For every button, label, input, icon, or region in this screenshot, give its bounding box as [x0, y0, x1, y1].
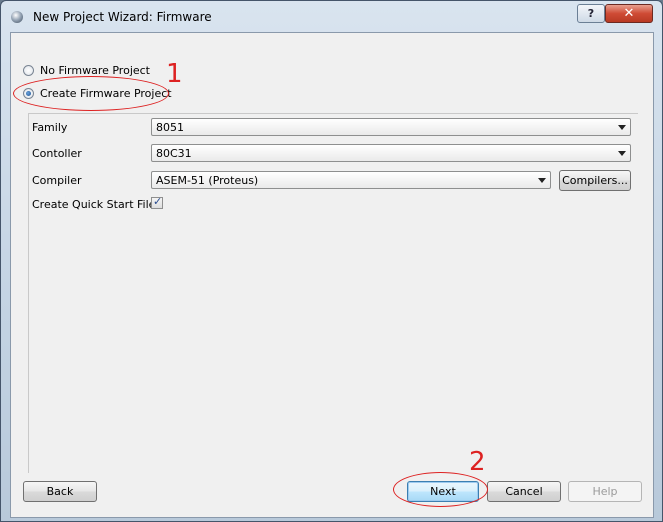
quick-start-label: Create Quick Start Files — [32, 198, 162, 211]
window-title: New Project Wizard: Firmware — [33, 10, 212, 24]
back-button[interactable]: Back — [23, 481, 97, 502]
firmware-options-group — [28, 113, 638, 473]
compiler-value: ASEM-51 (Proteus) — [156, 174, 259, 187]
compilers-button[interactable]: Compilers... — [559, 170, 631, 191]
annotation-ellipse-2 — [393, 472, 488, 507]
controller-label: Contoller — [32, 147, 82, 160]
help-button[interactable]: Help — [568, 481, 642, 502]
compiler-dropdown-arrow-icon — [538, 178, 546, 183]
app-icon — [11, 11, 23, 23]
family-label: Family — [32, 121, 68, 134]
controller-dropdown-arrow-icon — [618, 151, 626, 156]
family-value: 8051 — [156, 121, 184, 134]
compiler-select[interactable]: ASEM-51 (Proteus) — [151, 171, 551, 189]
quick-start-checkbox[interactable]: ✓ — [151, 195, 163, 209]
compiler-label: Compiler — [32, 174, 82, 187]
controller-select[interactable]: 80C31 — [151, 144, 631, 162]
annotation-ellipse-1 — [13, 76, 169, 111]
annotation-number-1: 1 — [166, 59, 183, 89]
close-button[interactable]: ✕ — [605, 4, 653, 23]
radio-no-firmware-button[interactable] — [23, 65, 34, 76]
annotation-number-2: 2 — [469, 447, 486, 477]
family-select[interactable]: 8051 — [151, 118, 631, 136]
checkmark-icon: ✓ — [153, 195, 163, 208]
title-help-button[interactable]: ? — [577, 4, 605, 23]
cancel-button[interactable]: Cancel — [487, 481, 561, 502]
family-dropdown-arrow-icon — [618, 125, 626, 130]
title-bar[interactable]: New Project Wizard: Firmware ? ✕ — [1, 1, 662, 33]
dialog-window: New Project Wizard: Firmware ? ✕ No Firm… — [0, 0, 663, 522]
controller-value: 80C31 — [156, 147, 192, 160]
